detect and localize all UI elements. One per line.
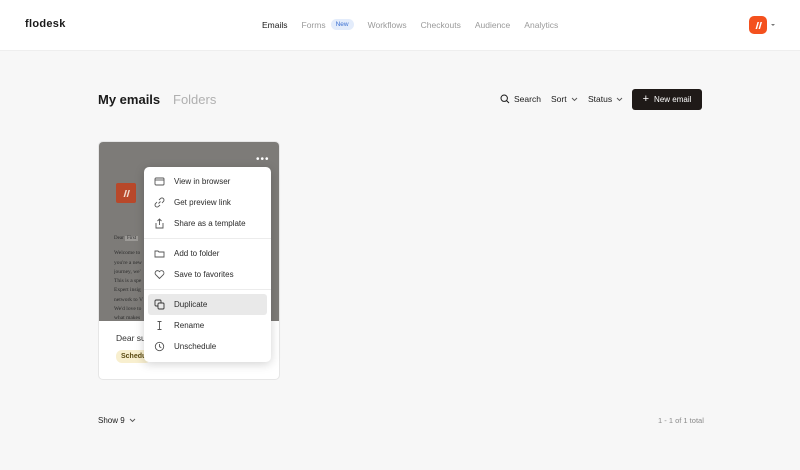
preview-first-name-token: First [124,236,139,241]
menu-item-label: Rename [174,321,205,330]
tab-my-emails[interactable]: My emails [98,92,160,107]
flodesk-mark-icon [123,189,130,197]
sort-dropdown[interactable]: Sort [551,94,578,104]
new-email-label: New email [654,95,692,104]
menu-item-unschedule[interactable]: Unschedule [148,336,267,357]
menu-divider [144,289,271,290]
menu-item-label: Share as a template [174,219,246,228]
nav-item-forms-label: Forms [301,19,326,30]
main-nav: Emails Forms New Workflows Checkouts Aud… [262,19,572,30]
tab-folders[interactable]: Folders [173,92,216,107]
clock-icon [154,341,165,352]
new-badge: New [330,19,354,30]
status-dropdown[interactable]: Status [588,94,623,104]
menu-item-view-in-browser[interactable]: View in browser [148,171,267,192]
menu-item-save-to-favorites[interactable]: Save to favorites [148,264,267,285]
menu-divider [144,238,271,239]
menu-item-get-preview-link[interactable]: Get preview link [148,192,267,213]
email-context-menu: View in browser Get preview link Share a… [144,167,271,362]
new-email-button[interactable]: + New email [632,89,702,110]
nav-item-workflows[interactable]: Workflows [368,20,407,30]
menu-item-label: Save to favorites [174,270,234,279]
browser-icon [154,176,165,187]
page-size-label: Show 9 [98,416,125,425]
heart-icon [154,269,165,280]
duplicate-icon [154,299,165,310]
more-options-icon[interactable]: ••• [256,154,270,165]
plus-icon: + [642,93,650,105]
share-icon [154,218,165,229]
account-avatar[interactable] [749,16,767,34]
brand-logo[interactable]: flodesk [25,18,66,30]
chevron-down-icon [571,97,577,101]
account-menu-caret-icon[interactable] [770,22,776,28]
nav-item-audience[interactable]: Audience [475,20,510,30]
status-label: Status [588,94,613,104]
pagination-summary: 1 - 1 of 1 total [658,416,704,425]
menu-item-share-as-template[interactable]: Share as a template [148,213,267,234]
link-icon [154,197,165,208]
search-button[interactable]: Search [500,94,541,104]
chevron-down-icon [129,418,136,423]
flodesk-mark-icon [755,21,762,29]
nav-item-emails[interactable]: Emails [262,20,288,30]
menu-item-label: Add to folder [174,249,220,258]
menu-item-label: Unschedule [174,342,217,351]
preview-dear: Dear [114,236,124,241]
nav-item-forms[interactable]: Forms New [302,19,354,30]
menu-item-add-to-folder[interactable]: Add to folder [148,243,267,264]
menu-item-label: Get preview link [174,198,231,207]
nav-item-analytics[interactable]: Analytics [524,20,558,30]
menu-item-duplicate[interactable]: Duplicate [148,294,267,315]
menu-item-rename[interactable]: Rename [148,315,267,336]
folder-icon [154,248,165,259]
menu-item-label: View in browser [174,177,231,186]
search-icon [500,94,510,104]
nav-item-checkouts[interactable]: Checkouts [421,20,461,30]
text-cursor-icon [154,320,165,331]
sort-label: Sort [551,94,567,104]
page-size-dropdown[interactable]: Show 9 [98,416,136,425]
menu-item-label: Duplicate [174,300,208,309]
top-navigation-bar: flodesk Emails Forms New Workflows Check… [0,0,800,51]
preview-logo [116,183,136,203]
chevron-down-icon [616,97,623,101]
search-label: Search [514,94,541,104]
